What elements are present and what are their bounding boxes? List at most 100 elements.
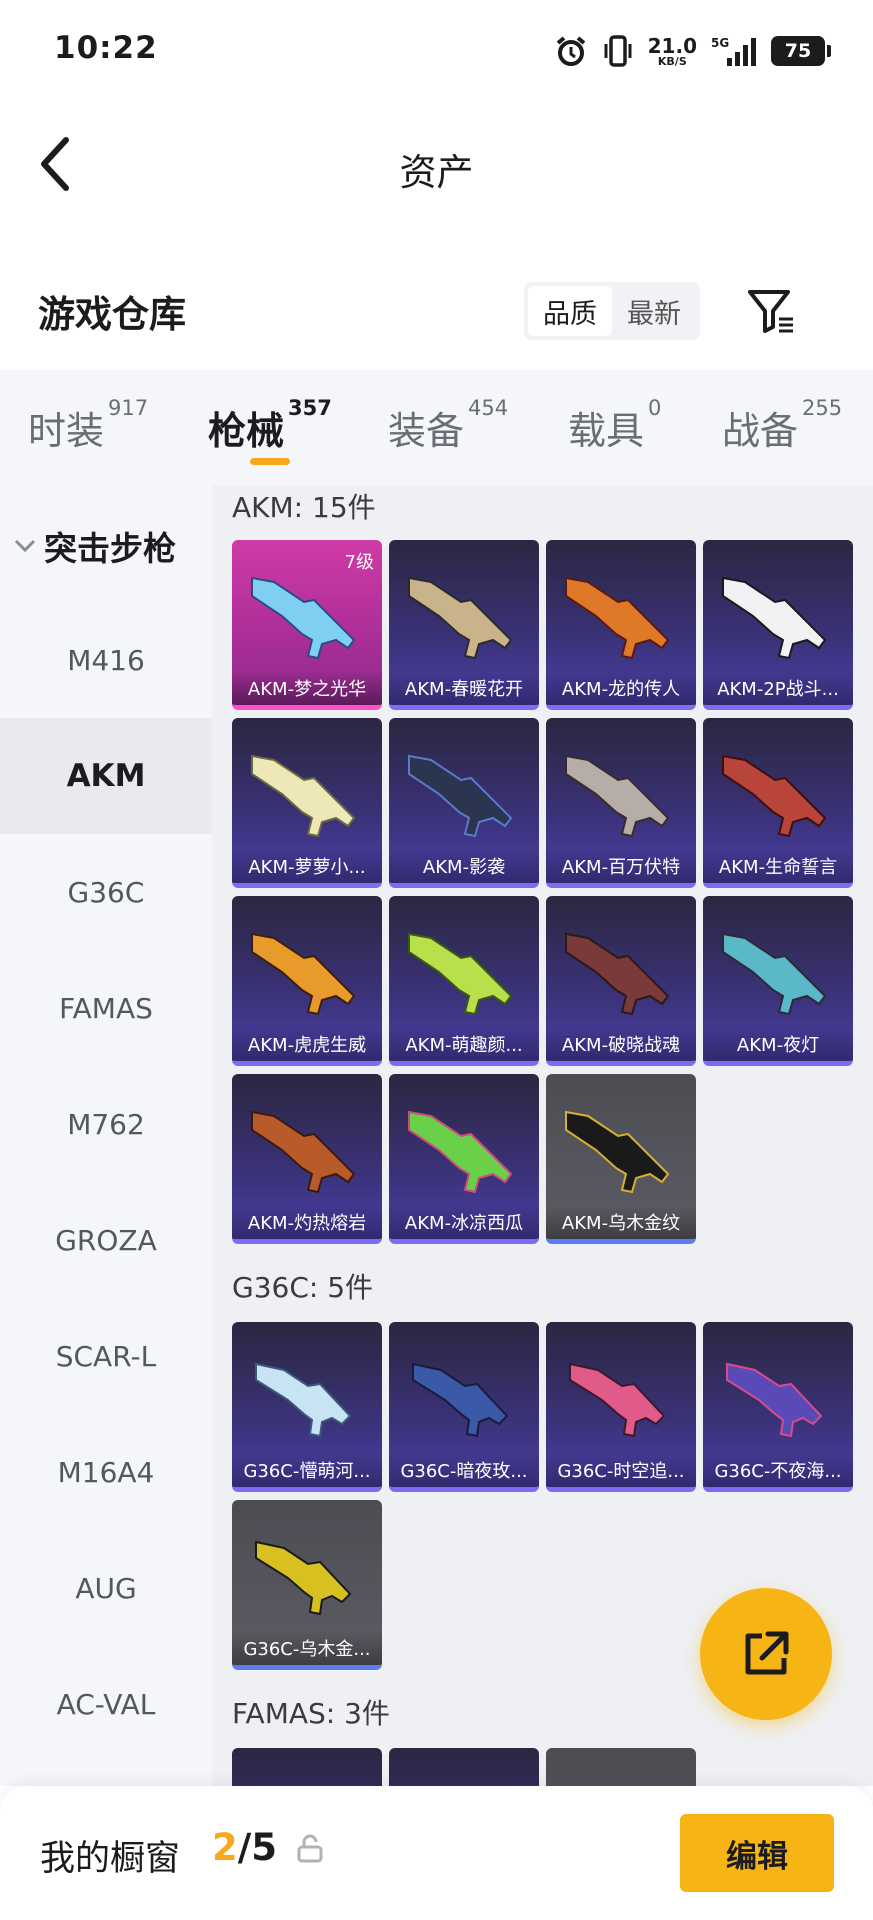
- rifle-icon: [255, 1540, 352, 1616]
- sidebar-category-label: 突击步枪: [44, 529, 176, 568]
- tab-supplies[interactable]: 战备255: [722, 396, 842, 455]
- skin-name: G36C-暗夜玫...: [389, 1453, 539, 1487]
- sidebar-category[interactable]: 突击步枪: [14, 522, 176, 570]
- tab-label: 时装: [28, 409, 105, 453]
- sidebar-item-g36c[interactable]: G36C: [0, 834, 212, 950]
- skin-card[interactable]: [389, 1748, 539, 1786]
- rifle-icon: [408, 754, 513, 838]
- tab-count: 255: [802, 396, 843, 420]
- vibrate-icon: [602, 34, 634, 68]
- nav-bar: 资产: [0, 104, 873, 224]
- skin-card[interactable]: G36C-暗夜玫...: [389, 1322, 539, 1492]
- sidebar-item-m416[interactable]: M416: [0, 602, 212, 718]
- skin-card[interactable]: [546, 1748, 696, 1786]
- skin-card[interactable]: AKM-破晓战魂: [546, 896, 696, 1066]
- svg-text:5G: 5G: [711, 36, 729, 50]
- rifle-icon: [408, 1110, 513, 1194]
- skin-card[interactable]: AKM-萌趣颜...: [389, 896, 539, 1066]
- section-title-famas: FAMAS: 3件: [232, 1697, 390, 1730]
- status-time: 10:22: [54, 30, 158, 66]
- skin-name: AKM-梦之光华: [232, 671, 382, 705]
- rifle-icon: [251, 932, 356, 1016]
- skin-card[interactable]: AKM-萝萝小...: [232, 718, 382, 888]
- skin-card[interactable]: G36C-乌木金...: [232, 1500, 382, 1670]
- sidebar-item-groza[interactable]: GROZA: [0, 1182, 212, 1298]
- tab-count: 454: [468, 396, 509, 420]
- skin-card[interactable]: AKM-夜灯: [703, 896, 853, 1066]
- rifle-icon: [565, 932, 670, 1016]
- skin-card[interactable]: G36C-不夜海...: [703, 1322, 853, 1492]
- sidebar-item-famas[interactable]: FAMAS: [0, 950, 212, 1066]
- category-tabs: 时装917 枪械357 装备454 载具0 战备255: [0, 370, 873, 486]
- rifle-icon: [251, 754, 356, 838]
- rifle-icon: [251, 576, 356, 660]
- tab-count: 357: [288, 396, 332, 420]
- skin-card[interactable]: AKM-春暖花开: [389, 540, 539, 710]
- alarm-icon: [554, 34, 588, 68]
- rifle-icon: [251, 1110, 356, 1194]
- sort-newest-option[interactable]: 最新: [612, 286, 696, 336]
- status-bar: 10:22 21.0 KB/S 5G 75: [0, 0, 873, 104]
- skin-name: AKM-冰凉西瓜: [389, 1205, 539, 1239]
- skin-card[interactable]: G36C-懵萌河...: [232, 1322, 382, 1492]
- skin-card[interactable]: [232, 1748, 382, 1786]
- skin-card[interactable]: AKM-灼热熔岩: [232, 1074, 382, 1244]
- sidebar-item-aug[interactable]: AUG: [0, 1530, 212, 1646]
- tab-active-indicator: [250, 458, 290, 465]
- skin-card[interactable]: AKM-生命誓言: [703, 718, 853, 888]
- skin-card[interactable]: AKM-乌木金纹: [546, 1074, 696, 1244]
- status-icons: 21.0 KB/S 5G 75: [554, 30, 831, 72]
- rifle-icon: [722, 576, 827, 660]
- tab-label: 枪械: [208, 409, 285, 453]
- showcase-current: 2: [212, 1826, 238, 1869]
- rifle-icon: [412, 1362, 509, 1438]
- network-speed: 21.0 KB/S: [648, 36, 697, 67]
- skin-name: G36C-乌木金...: [232, 1631, 382, 1665]
- skin-card[interactable]: G36C-时空追...: [546, 1322, 696, 1492]
- showcase-total: /5: [237, 1826, 278, 1869]
- skin-card[interactable]: 7级 AKM-梦之光华: [232, 540, 382, 710]
- edit-button[interactable]: 编辑: [680, 1814, 834, 1892]
- sidebar-item-scar-l[interactable]: SCAR-L: [0, 1298, 212, 1414]
- sidebar-item-m762[interactable]: M762: [0, 1066, 212, 1182]
- skin-card[interactable]: AKM-百万伏特: [546, 718, 696, 888]
- rifle-icon: [408, 932, 513, 1016]
- skin-name: AKM-乌木金纹: [546, 1205, 696, 1239]
- section-title-akm: AKM: 15件: [232, 491, 376, 524]
- skin-name: AKM-百万伏特: [546, 849, 696, 883]
- rifle-icon: [565, 754, 670, 838]
- sidebar-item-ac-val[interactable]: AC-VAL: [0, 1646, 212, 1762]
- skin-name: AKM-生命誓言: [703, 849, 853, 883]
- filter-icon: [748, 290, 793, 333]
- skin-name: AKM-灼热熔岩: [232, 1205, 382, 1239]
- skin-card[interactable]: AKM-2P战斗...: [703, 540, 853, 710]
- tab-weapons[interactable]: 枪械357: [208, 396, 332, 455]
- tab-label: 战备: [722, 409, 799, 453]
- skin-card[interactable]: AKM-冰凉西瓜: [389, 1074, 539, 1244]
- tab-outfits[interactable]: 时装917: [28, 396, 148, 455]
- skin-card[interactable]: AKM-影袭: [389, 718, 539, 888]
- skin-name: AKM-萝萝小...: [232, 849, 382, 883]
- skin-card[interactable]: AKM-虎虎生威: [232, 896, 382, 1066]
- rifle-icon: [722, 932, 827, 1016]
- rifle-icon: [726, 1362, 823, 1438]
- network-speed-unit: KB/S: [657, 54, 687, 68]
- skin-card[interactable]: AKM-龙的传人: [546, 540, 696, 710]
- tab-vehicles[interactable]: 载具0: [568, 396, 661, 455]
- tab-count: 917: [108, 396, 149, 420]
- rifle-icon: [565, 1110, 670, 1194]
- skin-name: AKM-夜灯: [703, 1027, 853, 1061]
- sort-quality-option[interactable]: 品质: [528, 286, 612, 336]
- skin-name: G36C-不夜海...: [703, 1453, 853, 1487]
- share-button[interactable]: [700, 1588, 832, 1720]
- filter-button[interactable]: [744, 284, 798, 338]
- weapon-sidebar: 突击步枪 M416 AKM G36C FAMAS M762 GROZA SCAR…: [0, 486, 212, 1786]
- sidebar-item-m16a4[interactable]: M16A4: [0, 1414, 212, 1530]
- sidebar-item-akm[interactable]: AKM: [0, 718, 212, 834]
- sort-toggle: 品质 最新: [524, 282, 700, 340]
- tab-equipment[interactable]: 装备454: [388, 396, 508, 455]
- tab-count: 0: [648, 396, 662, 420]
- skin-name: AKM-2P战斗...: [703, 671, 853, 705]
- skin-name: AKM-龙的传人: [546, 671, 696, 705]
- showcase-count: 2/5: [212, 1826, 277, 1869]
